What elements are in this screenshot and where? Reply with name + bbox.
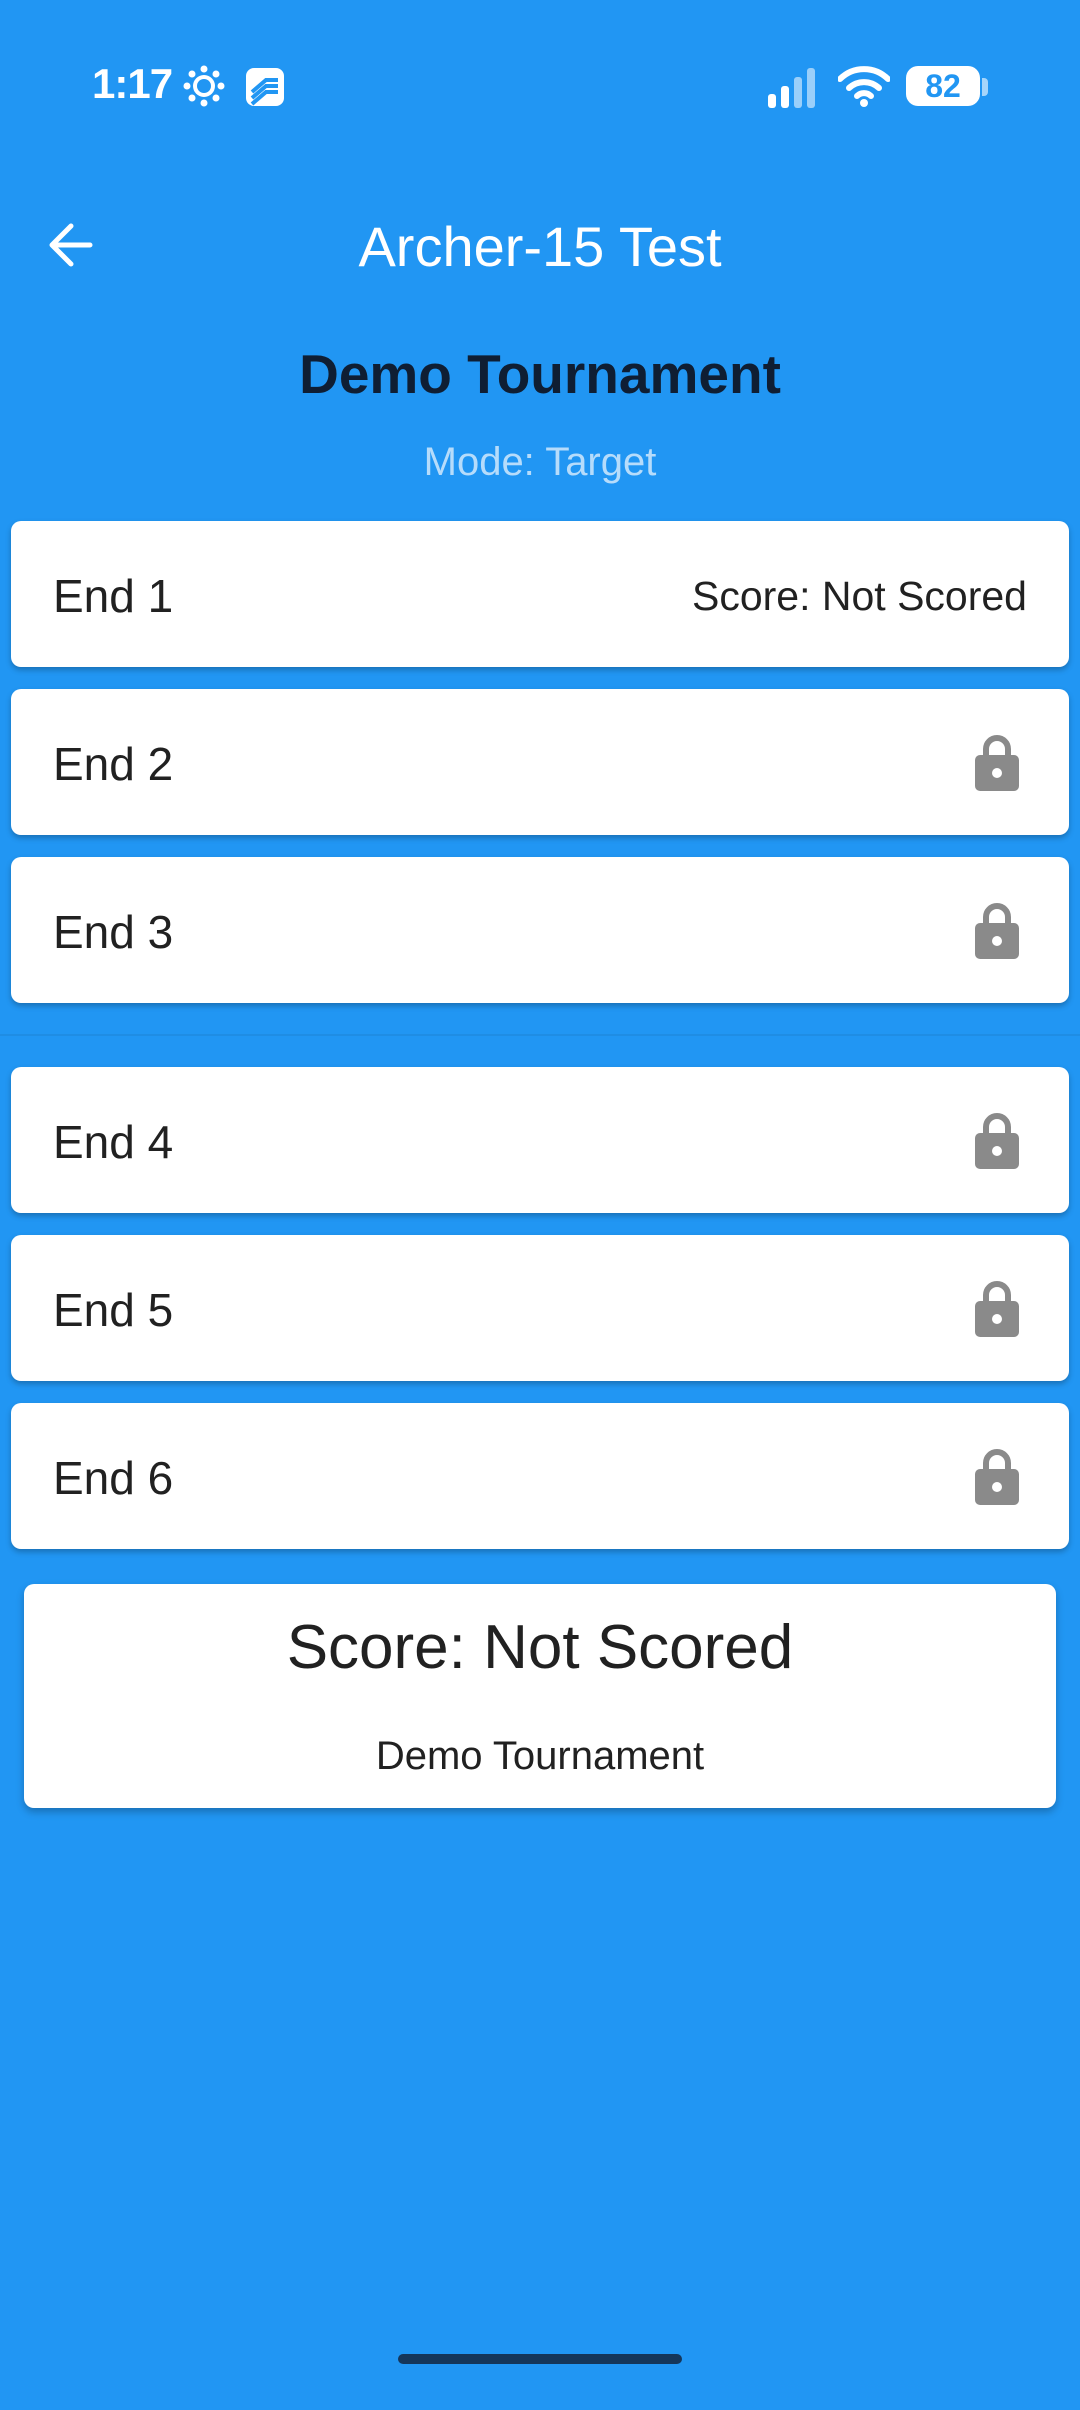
battery-tip <box>982 78 988 96</box>
lock-icon <box>975 1281 1019 1337</box>
status-bar: 1:17 82 <box>0 0 1080 175</box>
end-label: End 1 <box>53 570 174 622</box>
page-title: Archer-15 Test <box>358 215 722 278</box>
status-time: 1:17 <box>92 60 173 107</box>
end-card-3[interactable]: End 3 <box>11 857 1069 1003</box>
divider <box>0 1034 1080 1036</box>
end-label: End 5 <box>53 1284 174 1336</box>
end-card-1[interactable]: End 1 Score: Not Scored <box>11 521 1069 667</box>
summary-score: Score: Not Scored <box>286 1613 794 1682</box>
end-label: End 6 <box>53 1452 174 1504</box>
mode-label: Mode: Target <box>423 440 657 484</box>
brightness-icon <box>182 64 226 113</box>
summary-tournament: Demo Tournament <box>375 1734 705 1778</box>
lock-icon <box>975 1449 1019 1505</box>
wifi-icon <box>837 64 891 113</box>
lock-icon <box>975 903 1019 959</box>
end-card-5[interactable]: End 5 <box>11 1235 1069 1381</box>
tournament-title: Demo Tournament <box>299 343 781 405</box>
end-score: Score: Not Scored <box>692 573 1027 619</box>
app-bar: Archer-15 Test <box>0 190 1080 300</box>
end-card-6[interactable]: End 6 <box>11 1403 1069 1549</box>
app-notification-icon <box>244 66 286 113</box>
lock-icon <box>975 735 1019 791</box>
signal-icon <box>768 66 820 113</box>
summary-card: Score: Not Scored Demo Tournament <box>24 1584 1056 1808</box>
end-label: End 3 <box>53 906 174 958</box>
home-indicator[interactable] <box>398 2354 682 2364</box>
end-card-4[interactable]: End 4 <box>11 1067 1069 1213</box>
lock-icon <box>975 1113 1019 1169</box>
end-card-2[interactable]: End 2 <box>11 689 1069 835</box>
end-label: End 2 <box>53 738 174 790</box>
end-label: End 4 <box>53 1116 174 1168</box>
battery-icon: 82 <box>906 66 980 106</box>
